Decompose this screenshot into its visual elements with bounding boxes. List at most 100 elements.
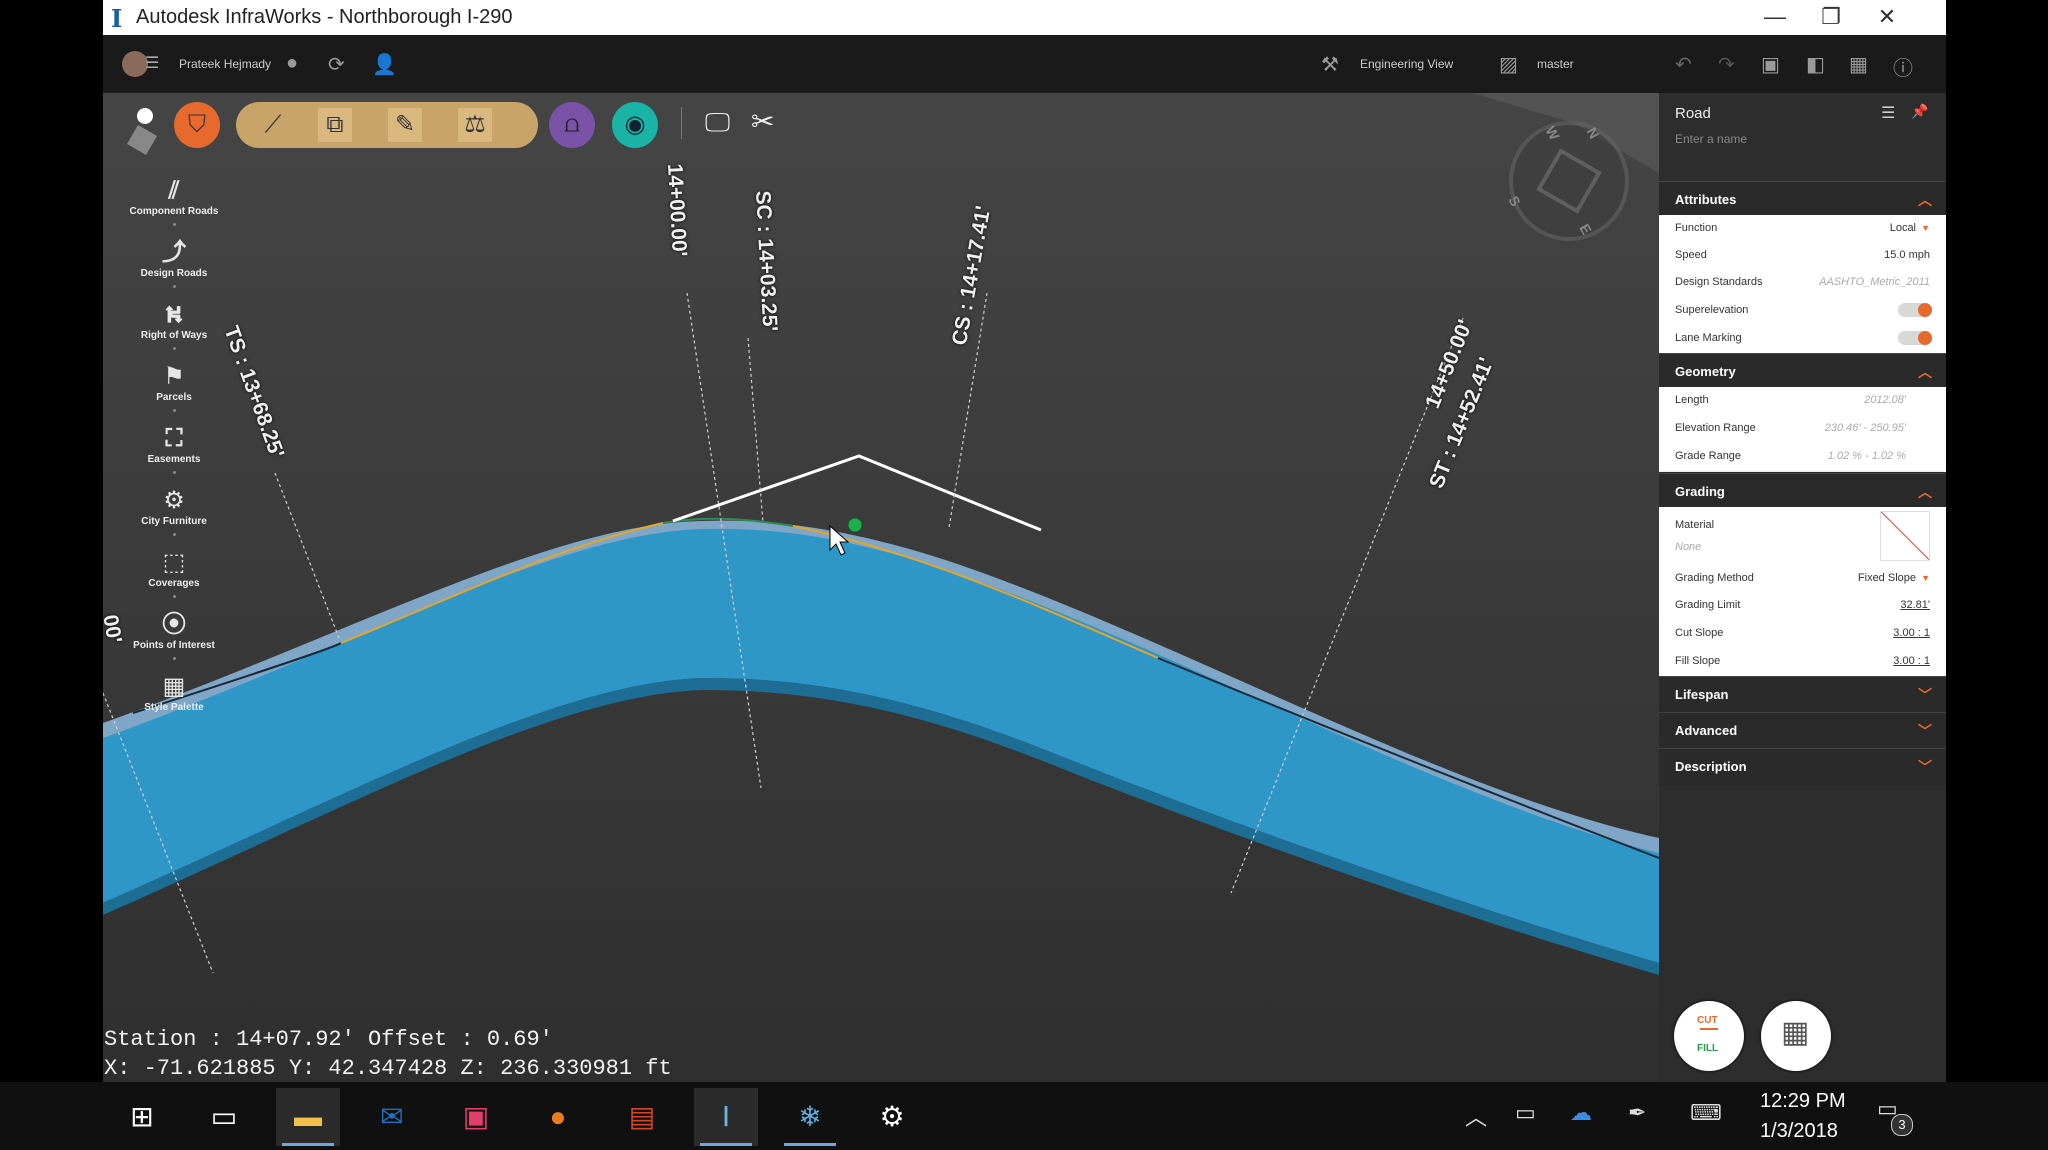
road-design-icon[interactable]: ⟋ [256, 108, 290, 142]
powerpoint-icon[interactable]: ▤ [610, 1088, 674, 1146]
clock-date[interactable]: 1/3/2018 [1760, 1120, 1838, 1143]
material-swatch[interactable] [1880, 511, 1930, 561]
status-icon[interactable]: ● [286, 52, 298, 75]
cut-fill-button[interactable]: CUT FILL [1674, 1001, 1744, 1071]
fill-slope-row[interactable]: Fill Slope 3.00 : 1 [1659, 648, 1946, 677]
sidebar-item-points-of-interest[interactable]: ⦿ Points of Interest [124, 610, 224, 660]
3d-viewport[interactable]: N E S W TS : 13+68.25' 14+00.00' SC : 14… [103, 93, 1659, 1082]
fill-slope-value[interactable]: 3.00 : 1 [1893, 655, 1930, 667]
redo-icon[interactable]: ↷ [1718, 52, 1735, 77]
tools-icon[interactable]: ✂ [751, 105, 774, 138]
material-row[interactable]: Material None [1659, 507, 1946, 566]
home-icon[interactable] [137, 108, 153, 124]
description-section-header[interactable]: Description ﹀ [1659, 748, 1946, 785]
panel-menu-icon[interactable]: ☰ [1881, 103, 1895, 123]
station-readout: Station : 14+07.92' Offset : 0.69' [104, 1027, 553, 1052]
onedrive-icon[interactable]: ☁ [1570, 1100, 1592, 1126]
balance-icon[interactable]: ⚖ [458, 108, 492, 142]
dropdown-arrow-icon[interactable]: ▼ [1921, 573, 1930, 583]
speed-value[interactable]: 15.0 mph [1884, 249, 1930, 261]
clock-time[interactable]: 12:29 PM [1760, 1090, 1846, 1113]
sidebar-item-component-roads[interactable]: ⫽ Component Roads [124, 176, 224, 226]
sync-icon[interactable]: ⟳ [328, 52, 345, 77]
drainage-tool[interactable]: ◉ [612, 102, 658, 148]
firefox-icon[interactable]: ● [526, 1088, 590, 1146]
chevron-up-icon[interactable]: ︿ [1465, 1100, 1487, 1132]
sidebar-label: Right of Ways [140, 330, 208, 341]
battery-icon[interactable]: ▭ [1515, 1100, 1536, 1126]
grading-limit-row[interactable]: Grading Limit 32.81' [1659, 592, 1946, 621]
calculator-button[interactable]: ▦ [1761, 1001, 1831, 1071]
function-row[interactable]: Function Local ▼ [1659, 215, 1946, 243]
sidebar-item-city-furniture[interactable]: ⚙ City Furniture [124, 486, 224, 536]
lane-marking-toggle[interactable] [1898, 331, 1932, 345]
start-button[interactable]: ⊞ [110, 1088, 174, 1146]
snapshot-icon[interactable]: ▣ [1761, 52, 1780, 77]
speed-row[interactable]: Speed 15.0 mph [1659, 242, 1946, 270]
superelevation-row[interactable]: Superelevation [1659, 297, 1946, 326]
file-explorer-icon[interactable]: ▬ [276, 1088, 340, 1146]
lane-marking-label: Lane Marking [1675, 332, 1742, 344]
settings-icon[interactable]: ⚙ [860, 1088, 924, 1146]
elevation-range-row: Elevation Range 230.46' - 250.95' [1659, 415, 1946, 444]
snowflake-app-icon[interactable]: ❄ [778, 1088, 842, 1146]
engineering-view-label[interactable]: Engineering View [1360, 57, 1453, 71]
sidebar-item-right-of-ways[interactable]: ⛕ Right of Ways [124, 300, 224, 350]
copy-icon[interactable]: ⧉ [318, 108, 352, 142]
design-standards-row[interactable]: Design Standards AASHTO_Metric_2011 [1659, 269, 1946, 298]
section-title: Grading [1675, 484, 1725, 499]
menu-icon[interactable]: ☰ [145, 53, 159, 73]
cut-slope-label: Cut Slope [1675, 627, 1724, 639]
pin-icon[interactable]: 📌 [1911, 103, 1928, 120]
grip-point [847, 517, 863, 533]
outlook-icon[interactable]: ✉ [360, 1088, 424, 1146]
grading-method-value[interactable]: Fixed Slope [1858, 572, 1916, 584]
attributes-section-header[interactable]: Attributes ︿ [1659, 181, 1946, 216]
sidebar-item-style-palette[interactable]: ▦ Style Palette [124, 672, 224, 713]
branch-icon[interactable]: ▨ [1499, 52, 1518, 77]
user-name[interactable]: Prateek Hejmady [179, 57, 271, 71]
chevron-up-icon: ︿ [1918, 192, 1932, 208]
grading-limit-value[interactable]: 32.81' [1900, 599, 1930, 611]
panel-toggle-icon[interactable]: ◧ [1806, 52, 1825, 77]
geometry-section-header[interactable]: Geometry ︿ [1659, 353, 1946, 388]
infraworks-taskbar-icon[interactable]: Ⅰ [694, 1088, 758, 1146]
design-standards-value[interactable]: AASHTO_Metric_2011 [1819, 276, 1930, 288]
user-icon[interactable]: 👤 [372, 52, 397, 77]
sidebar-label: City Furniture [141, 516, 207, 527]
properties-panel: Road Enter a name ☰ 📌 Attributes ︿ Funct… [1659, 93, 1946, 1082]
advanced-section-header[interactable]: Advanced ﹀ [1659, 712, 1946, 749]
pencil-icon[interactable]: ✎ [388, 108, 422, 142]
lane-marking-row[interactable]: Lane Marking [1659, 325, 1946, 354]
component-roads-tool[interactable]: ⛉ [174, 102, 220, 148]
superelevation-toggle[interactable] [1898, 303, 1932, 317]
engineering-view-icon[interactable]: ⚒ [1321, 52, 1339, 77]
close-button[interactable]: ✕ [1859, 0, 1915, 35]
function-value[interactable]: Local [1890, 222, 1916, 234]
grading-method-row[interactable]: Grading Method Fixed Slope ▼ [1659, 565, 1946, 593]
pen-icon[interactable]: ✒ [1628, 1100, 1646, 1126]
cut-slope-row[interactable]: Cut Slope 3.00 : 1 [1659, 620, 1946, 649]
cut-slope-value[interactable]: 3.00 : 1 [1893, 627, 1930, 639]
layout-icon[interactable]: ▦ [1849, 52, 1868, 77]
minimize-button[interactable]: — [1747, 0, 1803, 35]
bridge-tool[interactable]: ⩍ [549, 102, 595, 148]
app-m-icon[interactable]: ▣ [444, 1088, 508, 1146]
name-input[interactable]: Enter a name [1675, 132, 1747, 146]
dropdown-arrow-icon[interactable]: ▼ [1921, 223, 1930, 233]
task-view-icon[interactable]: ▭ [192, 1088, 256, 1146]
restore-button[interactable]: ❐ [1803, 0, 1859, 35]
keyboard-icon[interactable]: ⌨ [1690, 1100, 1722, 1126]
sidebar-item-design-roads[interactable]: ⤴ Design Roads [124, 238, 224, 288]
material-value: None [1675, 541, 1702, 553]
sidebar-item-easements[interactable]: ⛶ Easements [124, 424, 224, 474]
sidebar-item-parcels[interactable]: ⚑ Parcels [124, 362, 224, 412]
sidebar-item-coverages[interactable]: ⬚ Coverages [124, 548, 224, 598]
branch-label[interactable]: master [1537, 57, 1574, 71]
present-icon[interactable]: 🖵 [705, 107, 730, 139]
grading-section-header[interactable]: Grading ︿ [1659, 473, 1946, 508]
undo-icon[interactable]: ↶ [1675, 52, 1692, 77]
lifespan-section-header[interactable]: Lifespan ﹀ [1659, 676, 1946, 713]
help-icon[interactable]: ⓘ [1893, 52, 1913, 81]
fill-slope-label: Fill Slope [1675, 655, 1721, 667]
